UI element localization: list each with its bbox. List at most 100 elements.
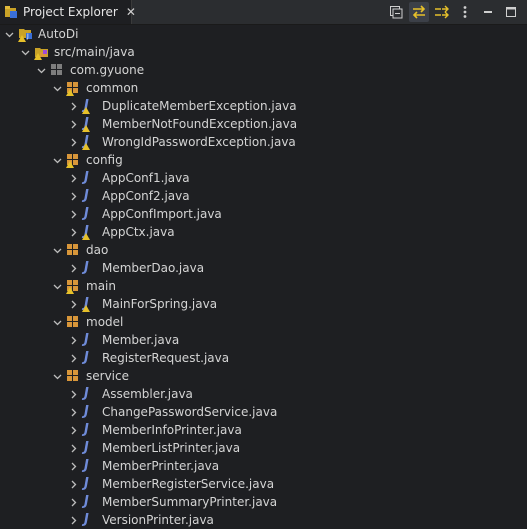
chevron-right-icon[interactable]	[68, 349, 78, 367]
warning-icon	[66, 161, 74, 168]
chevron-right-icon[interactable]	[68, 187, 78, 205]
project-tree: J AutoDi src/main/java com.gyuone common J Dup…	[0, 25, 527, 529]
chevron-right-icon[interactable]	[68, 205, 78, 223]
chevron-right-icon[interactable]	[68, 385, 78, 403]
tree-item-folder[interactable]: dao	[0, 241, 527, 259]
tree-item-label: MainForSpring.java	[102, 297, 218, 311]
chevron-right-icon[interactable]	[68, 475, 78, 493]
chevron-down-icon[interactable]	[52, 367, 62, 385]
tree-item-label: MemberNotFoundException.java	[102, 117, 298, 131]
package-icon	[66, 315, 80, 329]
chevron-right-icon[interactable]	[68, 169, 78, 187]
chevron-down-icon[interactable]	[52, 151, 62, 169]
tree-item-folder[interactable]: com.gyuone	[0, 61, 527, 79]
filters-icon[interactable]	[432, 2, 452, 22]
chevron-right-icon[interactable]	[68, 97, 78, 115]
tree-item-label: WrongIdPasswordException.java	[102, 135, 296, 149]
java-file-icon: J	[82, 98, 90, 114]
tree-item-label: config	[86, 153, 123, 167]
tree-item-folder[interactable]: config	[0, 151, 527, 169]
maximize-icon[interactable]	[501, 2, 521, 22]
tree-item-file[interactable]: J AppConf2.java	[0, 187, 527, 205]
chevron-right-icon[interactable]	[68, 493, 78, 511]
chevron-down-icon[interactable]	[20, 43, 30, 61]
tree-item-file[interactable]: J MemberSummaryPrinter.java	[0, 493, 527, 511]
tree-item-label: common	[86, 81, 139, 95]
tree-item-label: MemberInfoPrinter.java	[102, 423, 242, 437]
tree-item-file[interactable]: J MemberPrinter.java	[0, 457, 527, 475]
java-file-icon: J	[84, 206, 89, 221]
tree-item-file[interactable]: J AppCtx.java	[0, 223, 527, 241]
chevron-right-icon[interactable]	[68, 421, 78, 439]
chevron-right-icon[interactable]	[68, 403, 78, 421]
link-with-editor-icon[interactable]	[409, 2, 429, 22]
package-icon	[50, 63, 64, 77]
java-file-icon: J	[84, 494, 89, 509]
java-file-icon: J	[84, 260, 89, 275]
java-file-icon: J	[84, 512, 89, 527]
tree-item-label: AppCtx.java	[102, 225, 175, 239]
warning-icon	[82, 107, 90, 114]
chevron-right-icon[interactable]	[68, 331, 78, 349]
chevron-down-icon[interactable]	[52, 79, 62, 97]
tab-title: Project Explorer	[23, 5, 118, 19]
java-file-icon: J	[84, 440, 89, 455]
view-menu-icon[interactable]	[455, 2, 475, 22]
tree-item-folder[interactable]: service	[0, 367, 527, 385]
chevron-right-icon[interactable]	[68, 259, 78, 277]
tree-item-folder[interactable]: src/main/java	[0, 43, 527, 61]
chevron-down-icon[interactable]	[52, 241, 62, 259]
tree-item-file[interactable]: J WrongIdPasswordException.java	[0, 133, 527, 151]
tree-item-folder[interactable]: model	[0, 313, 527, 331]
java-file-icon: J	[84, 458, 89, 473]
chevron-right-icon[interactable]	[68, 223, 78, 241]
tree-item-label: AppConfImport.java	[102, 207, 222, 221]
chevron-down-icon[interactable]	[52, 277, 62, 295]
warning-icon	[34, 53, 42, 60]
collapse-all-icon[interactable]	[386, 2, 406, 22]
tree-item-file[interactable]: J MemberRegisterService.java	[0, 475, 527, 493]
tree-item-file[interactable]: J MainForSpring.java	[0, 295, 527, 313]
tree-item-label: MemberListPrinter.java	[102, 441, 241, 455]
warning-icon	[82, 125, 90, 132]
tree-item-label: VersionPrinter.java	[102, 513, 214, 527]
tree-item-file[interactable]: J AppConf1.java	[0, 169, 527, 187]
tree-item-file[interactable]: J VersionPrinter.java	[0, 511, 527, 529]
tree-item-label: main	[86, 279, 116, 293]
tree-item-label: MemberRegisterService.java	[102, 477, 275, 491]
chevron-right-icon[interactable]	[68, 457, 78, 475]
warning-icon	[66, 89, 74, 96]
project-explorer-tab[interactable]: Project Explorer ✕	[0, 0, 136, 24]
tree-item-file[interactable]: J MemberDao.java	[0, 259, 527, 277]
java-file-icon: J	[84, 188, 89, 203]
close-icon[interactable]: ✕	[126, 5, 136, 19]
tree-item-file[interactable]: J RegisterRequest.java	[0, 349, 527, 367]
tree-item-label: DuplicateMemberException.java	[102, 99, 297, 113]
java-file-icon: J	[84, 332, 89, 347]
chevron-right-icon[interactable]	[68, 115, 78, 133]
tree-item-folder[interactable]: main	[0, 277, 527, 295]
tree-item-label: model	[86, 315, 124, 329]
tree-item-file[interactable]: J ChangePasswordService.java	[0, 403, 527, 421]
chevron-right-icon[interactable]	[68, 295, 78, 313]
java-file-icon: J	[84, 350, 89, 365]
tree-item-folder[interactable]: common	[0, 79, 527, 97]
tree-item-file[interactable]: J Assembler.java	[0, 385, 527, 403]
chevron-down-icon[interactable]	[52, 313, 62, 331]
chevron-right-icon[interactable]	[68, 133, 78, 151]
chevron-right-icon[interactable]	[68, 511, 78, 529]
chevron-down-icon[interactable]	[36, 61, 46, 79]
tree-item-folder[interactable]: J AutoDi	[0, 25, 527, 43]
tree-item-file[interactable]: J AppConfImport.java	[0, 205, 527, 223]
tree-item-label: AppConf2.java	[102, 189, 190, 203]
view-header: Project Explorer ✕	[0, 0, 527, 25]
tree-item-file[interactable]: J Member.java	[0, 331, 527, 349]
chevron-right-icon[interactable]	[68, 439, 78, 457]
tree-item-file[interactable]: J DuplicateMemberException.java	[0, 97, 527, 115]
chevron-down-icon[interactable]	[4, 25, 14, 43]
tree-item-file[interactable]: J MemberNotFoundException.java	[0, 115, 527, 133]
tree-item-file[interactable]: J MemberListPrinter.java	[0, 439, 527, 457]
tree-item-file[interactable]: J MemberInfoPrinter.java	[0, 421, 527, 439]
minimize-icon[interactable]	[478, 2, 498, 22]
warning-icon	[82, 305, 90, 312]
